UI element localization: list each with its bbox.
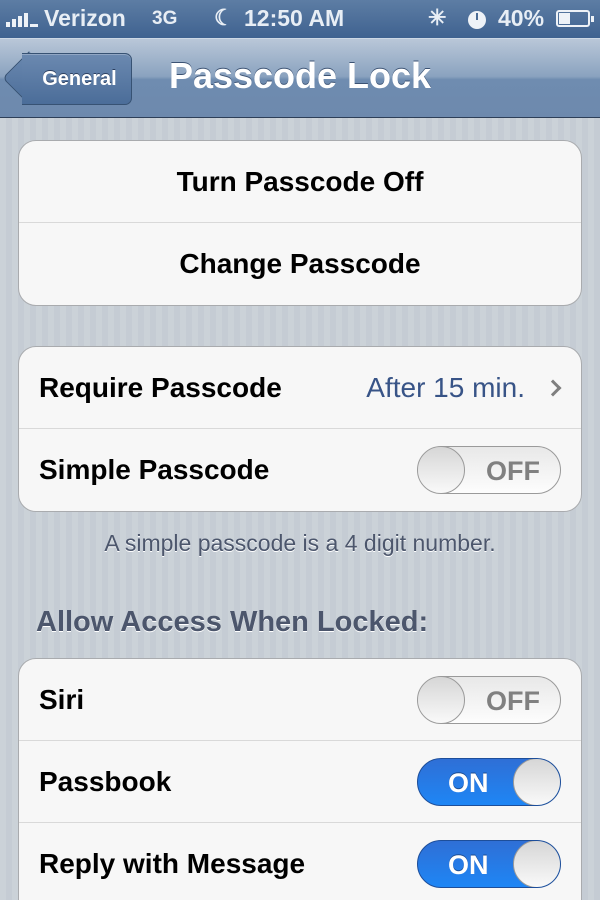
back-button[interactable]: General [22,53,132,105]
toggle-state-label: ON [448,767,489,798]
require-passcode-value: After 15 min. [366,371,525,403]
toggle-state-label: OFF [486,685,540,716]
simple-passcode-label: Simple Passcode [39,454,270,485]
toggle-knob [513,841,560,887]
page-title: Passcode Lock [168,55,432,96]
battery-icon [556,10,594,27]
lock-access-group: Siri OFF Passbook ON Reply with Message … [18,658,582,900]
chevron-right-icon [544,379,562,396]
toggle-state-label: ON [448,850,489,880]
passcode-settings-group: Require Passcode After 15 min. Simple Pa… [18,346,582,512]
passcode-actions-group: Turn Passcode Off Change Passcode [18,140,582,306]
status-bar: Verizon 3G ☾ 12:50 AM ✳ 40% [0,0,600,38]
network-type: 3G [152,8,178,29]
siri-row: Siri OFF [19,659,581,741]
require-passcode-label: Require Passcode [39,371,282,403]
battery-percent: 40% [498,5,545,31]
simple-passcode-note: A simple passcode is a 4 digit number. [104,530,496,556]
passbook-label: Passbook [39,765,172,797]
clock-icon [468,11,486,29]
reply-with-message-row: Reply with Message ON [19,823,581,900]
status-time: 12:50 AM [244,5,345,31]
moon-icon: ☾ [214,5,234,30]
toggle-knob [418,447,465,493]
require-passcode-row[interactable]: Require Passcode After 15 min. [19,347,581,429]
passbook-toggle[interactable]: ON [417,757,561,806]
activity-icon: ✳ [428,5,447,30]
toggle-knob [418,676,465,723]
back-button-label: General [42,67,117,90]
simple-passcode-toggle[interactable]: OFF [417,446,561,494]
change-passcode-label: Change Passcode [179,248,421,279]
change-passcode-button[interactable]: Change Passcode [19,223,581,305]
carrier-name: Verizon [44,5,126,31]
turn-passcode-off-button[interactable]: Turn Passcode Off [19,141,581,223]
passbook-row: Passbook ON [19,741,581,823]
section-header: Allow Access When Locked: [36,606,429,638]
turn-passcode-off-label: Turn Passcode Off [176,165,424,197]
signal-icon [6,11,38,27]
siri-label: Siri [39,683,85,715]
navigation-bar: General Passcode Lock [0,38,600,118]
toggle-state-label: OFF [486,456,540,486]
reply-with-message-toggle[interactable]: ON [417,840,561,888]
toggle-knob [513,758,560,805]
reply-with-message-label: Reply with Message [39,848,306,879]
siri-toggle[interactable]: OFF [417,675,561,724]
simple-passcode-row: Simple Passcode OFF [19,429,581,511]
